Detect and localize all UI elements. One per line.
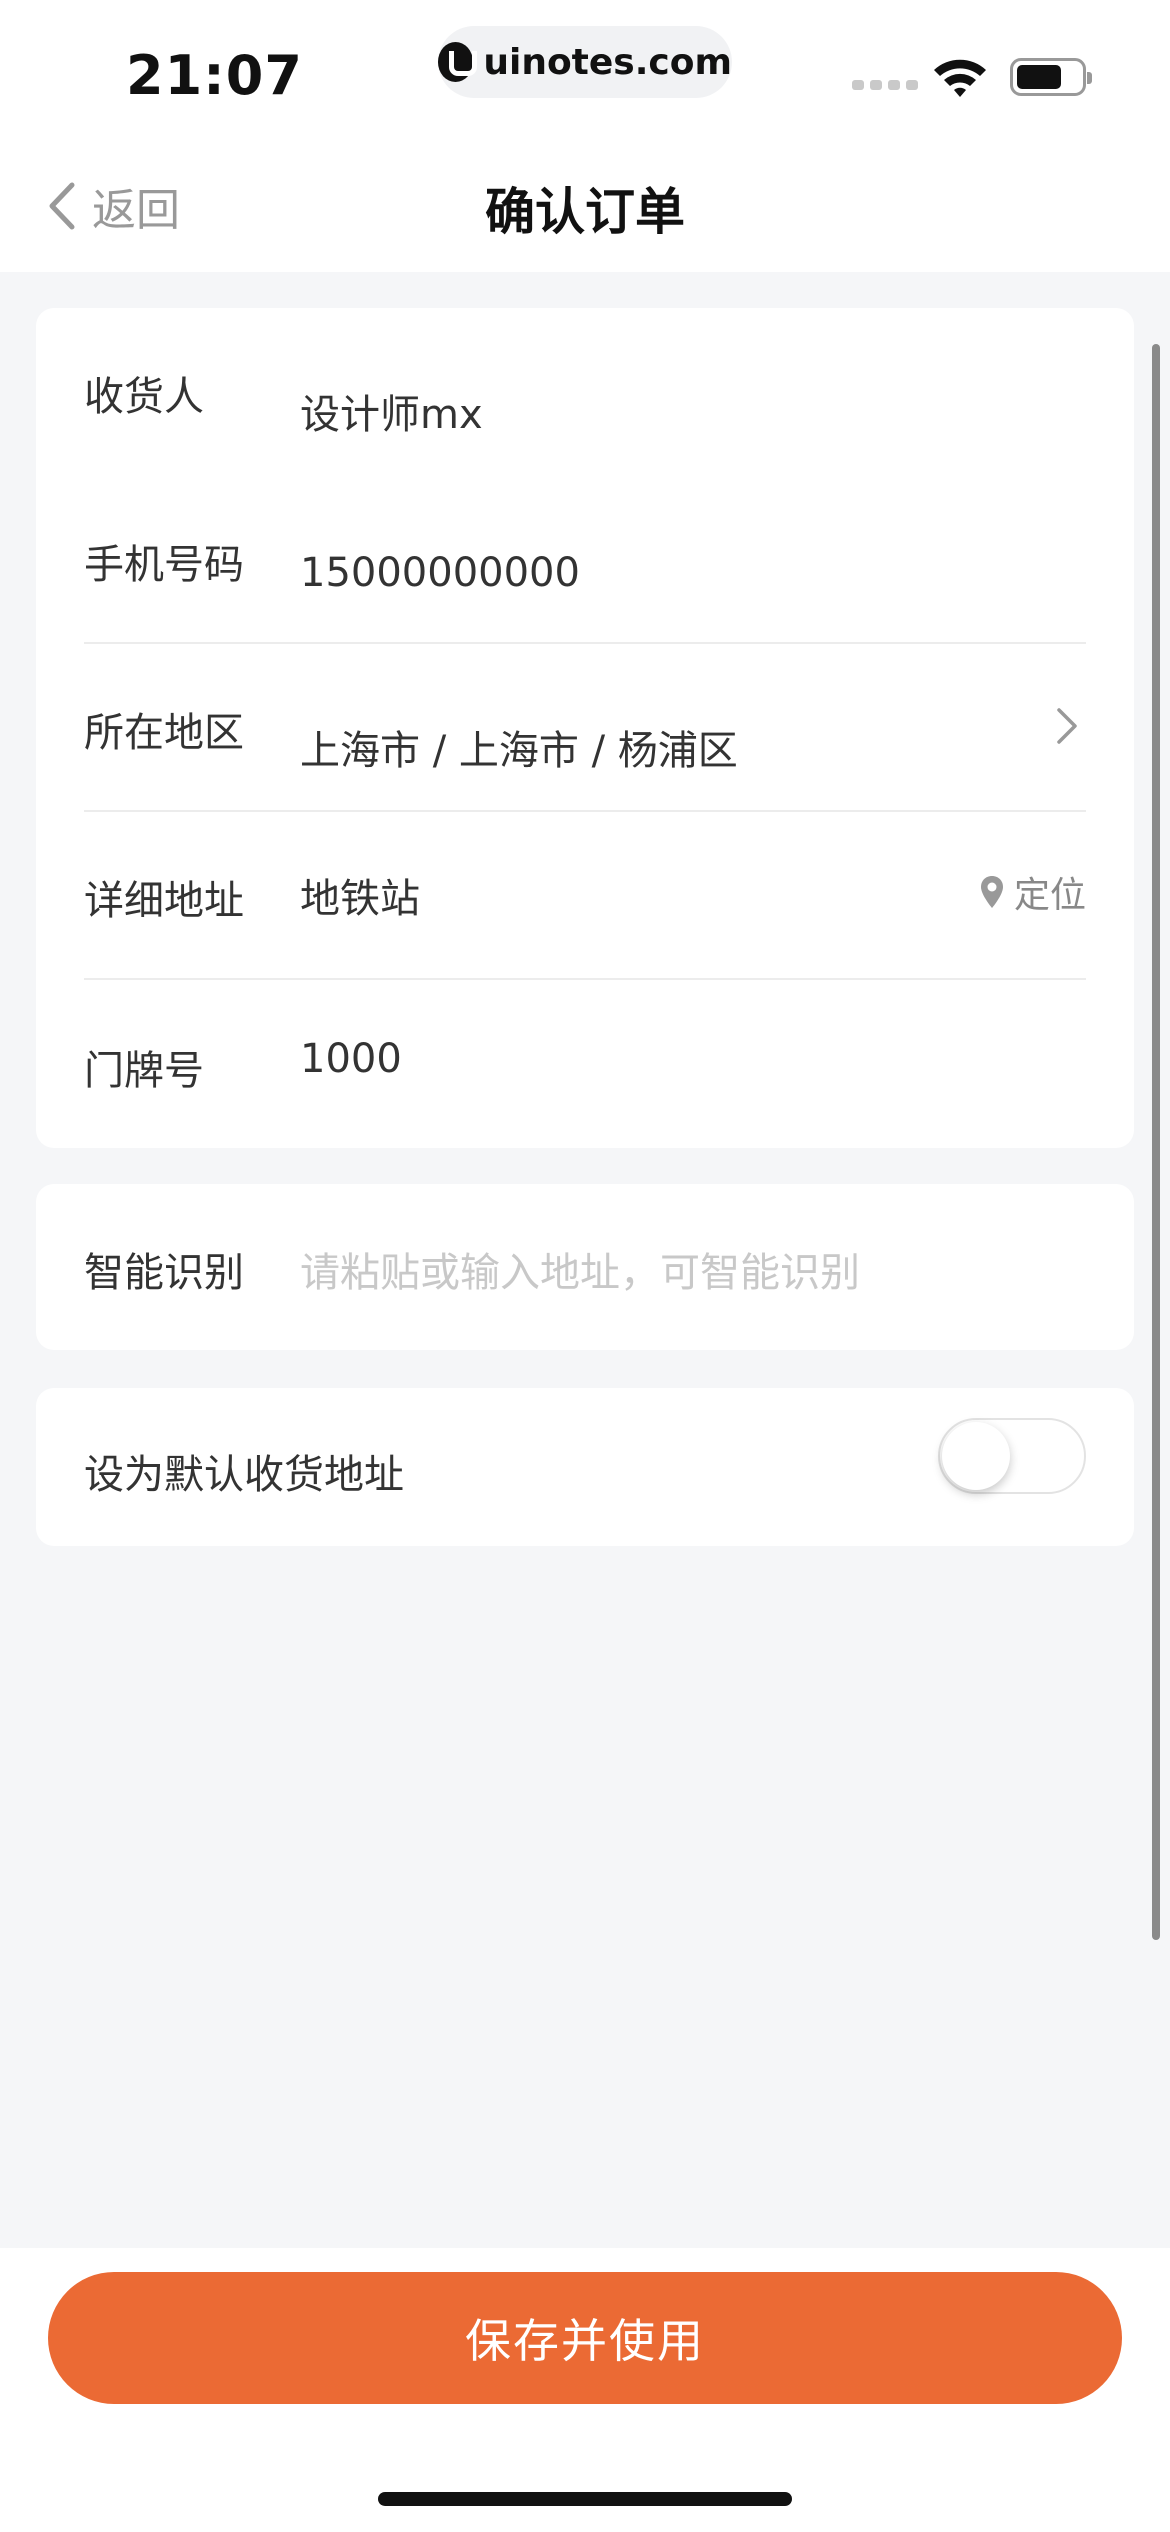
house-number-input[interactable]: 1000 <box>300 1036 402 1082</box>
recipient-input[interactable]: 设计师mx <box>300 382 483 440</box>
site-logo-icon <box>438 42 478 82</box>
address-input[interactable]: 地铁站 <box>300 866 420 924</box>
smart-parse-input[interactable]: 请粘贴或输入地址，可智能识别 <box>300 1240 860 1298</box>
smart-parse-card: 智能识别 请粘贴或输入地址，可智能识别 <box>36 1184 1134 1350</box>
default-address-toggle[interactable] <box>938 1418 1086 1494</box>
toggle-knob <box>942 1422 1010 1490</box>
house-number-label: 门牌号 <box>84 1048 204 1094</box>
header: 21:07 uinotes.com 返回 确认订单 <box>0 0 1170 272</box>
phone-row[interactable]: 手机号码 15000000000 <box>84 476 1086 644</box>
scrollbar[interactable] <box>1152 344 1160 1940</box>
default-address-label: 设为默认收货地址 <box>84 1452 404 1498</box>
default-address-card: 设为默认收货地址 <box>36 1388 1134 1546</box>
page: 21:07 uinotes.com 返回 确认订单 收货人 设计师mx 手机号码… <box>0 0 1170 2532</box>
recipient-row[interactable]: 收货人 设计师mx <box>84 308 1086 476</box>
bottom-bar: 保存并使用 <box>0 2248 1170 2532</box>
home-indicator[interactable] <box>378 2492 792 2506</box>
url-text: uinotes.com <box>483 41 732 83</box>
region-row[interactable]: 所在地区 上海市 / 上海市 / 杨浦区 <box>84 644 1086 812</box>
chevron-right-icon <box>1057 708 1077 744</box>
smart-parse-row[interactable]: 智能识别 请粘贴或输入地址，可智能识别 <box>84 1184 1086 1352</box>
wifi-icon <box>934 59 986 97</box>
house-number-row[interactable]: 门牌号 1000 <box>84 980 1086 1148</box>
locate-button[interactable]: 定位 <box>980 866 1086 918</box>
region-value[interactable]: 上海市 / 上海市 / 杨浦区 <box>300 718 738 776</box>
locate-label: 定位 <box>1013 875 1086 916</box>
page-title: 确认订单 <box>485 183 685 241</box>
region-label: 所在地区 <box>84 710 244 756</box>
save-and-use-button[interactable]: 保存并使用 <box>48 2272 1122 2404</box>
smart-parse-label: 智能识别 <box>84 1250 244 1296</box>
cellular-signal-icon <box>852 80 918 90</box>
status-time: 21:07 <box>126 44 303 107</box>
address-row[interactable]: 详细地址 地铁站 定位 <box>84 812 1086 980</box>
location-pin-icon <box>980 876 1003 908</box>
url-pill[interactable]: uinotes.com <box>438 26 732 98</box>
phone-input[interactable]: 15000000000 <box>300 550 580 596</box>
address-label: 详细地址 <box>84 878 244 924</box>
battery-icon <box>1010 58 1092 96</box>
phone-label: 手机号码 <box>84 542 244 588</box>
address-form-card: 收货人 设计师mx 手机号码 15000000000 所在地区 上海市 / 上海… <box>36 308 1134 1148</box>
recipient-label: 收货人 <box>84 374 204 420</box>
